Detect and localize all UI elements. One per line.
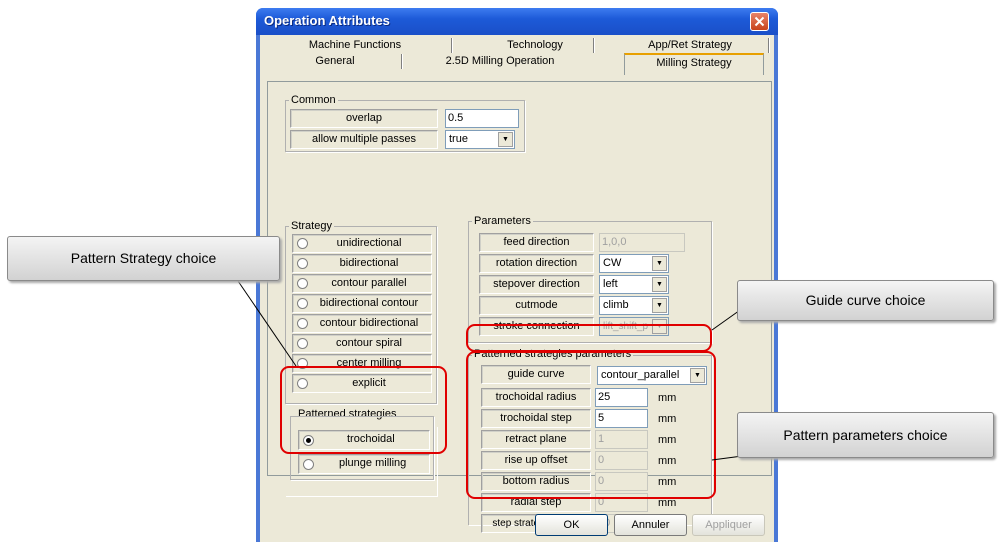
guide-curve-callout: Guide curve choice	[737, 280, 994, 321]
pattern-strategy-callout: Pattern Strategy choice	[7, 236, 280, 281]
connector-line	[237, 280, 297, 367]
pattern-params-callout: Pattern parameters choice	[737, 412, 994, 458]
